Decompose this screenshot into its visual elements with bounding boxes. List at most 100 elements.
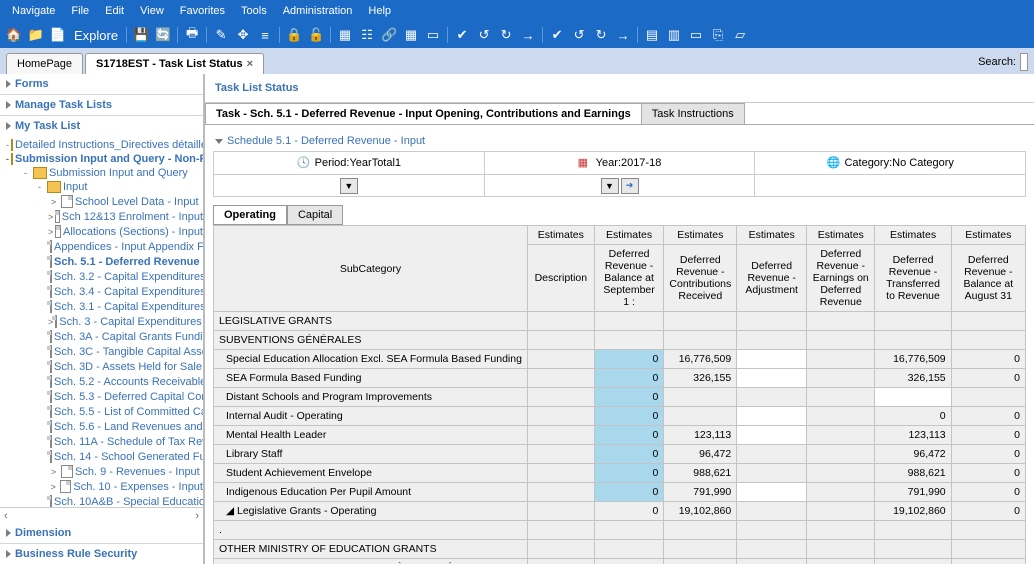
- cell[interactable]: [737, 369, 807, 388]
- tree-item[interactable]: Sch. 5.2 - Accounts Receivable Con: [0, 374, 203, 389]
- cell[interactable]: [737, 407, 807, 426]
- cell[interactable]: 0: [594, 464, 664, 483]
- cell[interactable]: 0: [594, 388, 664, 407]
- unlock-icon[interactable]: 🔓: [306, 25, 326, 45]
- edit-icon[interactable]: ✎: [211, 25, 231, 45]
- cell[interactable]: 0: [594, 445, 664, 464]
- close-icon[interactable]: ×: [247, 58, 253, 70]
- tab-capital[interactable]: Capital: [287, 205, 343, 225]
- tree-twisty[interactable]: >: [48, 467, 59, 477]
- calc-icon[interactable]: ≡: [255, 25, 275, 45]
- tab-tasklist-status[interactable]: S1718EST - Task List Status ×: [85, 53, 264, 74]
- menu-navigate[interactable]: Navigate: [4, 5, 63, 17]
- tree-scrollbar[interactable]: ‹›: [0, 507, 203, 523]
- flag-icon[interactable]: ▭: [423, 25, 443, 45]
- acc-my-task-list[interactable]: My Task List: [0, 116, 203, 136]
- refresh-icon[interactable]: 🔄: [153, 25, 173, 45]
- acc-manage-task-lists[interactable]: Manage Task Lists: [0, 95, 203, 116]
- tree-twisty[interactable]: >: [48, 482, 58, 492]
- tree-item[interactable]: Sch. 3A - Capital Grants Funding - I: [0, 329, 203, 344]
- cut-icon[interactable]: ▭: [686, 25, 706, 45]
- tree-item[interactable]: Sch. 3.1 - Capital Expenditures - Mo: [0, 299, 203, 314]
- menu-view[interactable]: View: [132, 5, 172, 17]
- tree-twisty[interactable]: -: [20, 168, 31, 178]
- tree-item[interactable]: >Allocations (Sections) - Input: [0, 224, 203, 239]
- tree-item[interactable]: Sch. 11A - Schedule of Tax Revenu: [0, 434, 203, 449]
- cell[interactable]: 0: [594, 350, 664, 369]
- tab-homepage[interactable]: HomePage: [6, 53, 83, 74]
- tree-item[interactable]: >Sch. 3 - Capital Expenditures - Inpu: [0, 314, 203, 329]
- tree-item[interactable]: Sch. 3.2 - Capital Expenditures - Ca: [0, 269, 203, 284]
- home-icon[interactable]: 🏠: [4, 25, 24, 45]
- tree-item[interactable]: Sch. 14 - School Generated Funds -: [0, 449, 203, 464]
- schedule-title[interactable]: Schedule 5.1 - Deferred Revenue - Input: [213, 131, 1026, 151]
- go-button[interactable]: ➔: [621, 178, 639, 194]
- tree-item[interactable]: >Sch. 9 - Revenues - Input: [0, 464, 203, 479]
- tree-item[interactable]: Sch. 3.4 - Capital Expenditures Det: [0, 284, 203, 299]
- tree-item[interactable]: -Submission Input and Query: [0, 166, 203, 180]
- tree-twisty[interactable]: >: [48, 212, 53, 222]
- search-input[interactable]: [1020, 53, 1028, 71]
- forward-icon[interactable]: ↻: [496, 25, 516, 45]
- tree-item[interactable]: >Sch 12&13 Enrolment - Input: [0, 209, 203, 224]
- paste-icon[interactable]: ▱: [730, 25, 750, 45]
- approve-icon[interactable]: ✔: [452, 25, 472, 45]
- cell[interactable]: [875, 388, 951, 407]
- menu-help[interactable]: Help: [360, 5, 399, 17]
- tree-item[interactable]: >School Level Data - Input: [0, 194, 203, 209]
- tree-item[interactable]: Sch. 5.3 - Deferred Capital Contribu: [0, 389, 203, 404]
- grid-icon[interactable]: ☷: [357, 25, 377, 45]
- tree-item[interactable]: -Detailed Instructions_Directives détail…: [0, 138, 203, 152]
- forward2-icon[interactable]: ↻: [591, 25, 611, 45]
- year-dropdown[interactable]: ▼: [601, 178, 619, 194]
- cell[interactable]: 0: [594, 426, 664, 445]
- tree-item[interactable]: >Sch. 10 - Expenses - Input: [0, 479, 203, 494]
- cell[interactable]: 0: [594, 369, 664, 388]
- more2-icon[interactable]: ▥: [664, 25, 684, 45]
- tree-item[interactable]: Sch. 3C - Tangible Capital Asset Co: [0, 344, 203, 359]
- tree-item[interactable]: Appendices - Input Appendix F only: [0, 239, 203, 254]
- tree-twisty[interactable]: -: [6, 140, 9, 150]
- adjust-icon[interactable]: ✥: [233, 25, 253, 45]
- cell[interactable]: [737, 483, 807, 502]
- tree-twisty[interactable]: >: [48, 197, 59, 207]
- acc-forms[interactable]: Forms: [0, 74, 203, 95]
- acc-dimension[interactable]: Dimension: [0, 523, 203, 544]
- approve2-icon[interactable]: ✔: [547, 25, 567, 45]
- cell[interactable]: 0: [594, 407, 664, 426]
- link-icon[interactable]: 🔗: [379, 25, 399, 45]
- menu-favorites[interactable]: Favorites: [172, 5, 233, 17]
- explore-button[interactable]: Explore: [70, 25, 122, 45]
- cell[interactable]: 0: [594, 483, 664, 502]
- tree-twisty[interactable]: >: [48, 227, 53, 237]
- cell[interactable]: [737, 426, 807, 445]
- reject2-icon[interactable]: ↺: [569, 25, 589, 45]
- submit-icon[interactable]: →: [518, 25, 538, 45]
- chart-icon[interactable]: ▦: [335, 25, 355, 45]
- save-icon[interactable]: 💾: [131, 25, 151, 45]
- subtab-task[interactable]: Task - Sch. 5.1 - Deferred Revenue - Inp…: [205, 103, 642, 124]
- cell[interactable]: [737, 350, 807, 369]
- menu-file[interactable]: File: [63, 5, 97, 17]
- tree-item[interactable]: Sch. 10A&B - Special Education Exp: [0, 494, 203, 507]
- menu-administration[interactable]: Administration: [275, 5, 361, 17]
- period-dropdown[interactable]: ▼: [340, 178, 358, 194]
- subtab-instructions[interactable]: Task Instructions: [641, 103, 745, 124]
- lock-icon[interactable]: 🔒: [284, 25, 304, 45]
- tree-item[interactable]: Sch. 5.5 - List of Committed Capital: [0, 404, 203, 419]
- tree-item[interactable]: -Submission Input and Query - Non-FS_Sou…: [0, 152, 203, 166]
- tile-icon[interactable]: ▦: [401, 25, 421, 45]
- menu-edit[interactable]: Edit: [97, 5, 132, 17]
- reject-icon[interactable]: ↺: [474, 25, 494, 45]
- tab-operating[interactable]: Operating: [213, 205, 287, 225]
- open-icon[interactable]: 📁: [26, 25, 46, 45]
- tree-twisty[interactable]: -: [34, 182, 45, 192]
- menu-tools[interactable]: Tools: [233, 5, 275, 17]
- copy-icon[interactable]: ⎘: [708, 25, 728, 45]
- print-icon[interactable]: 🖶: [182, 25, 202, 45]
- tree-twisty[interactable]: -: [6, 154, 9, 164]
- tree-item[interactable]: Sch. 5.1 - Deferred Revenue - I: [0, 254, 203, 269]
- more-icon[interactable]: ▤: [642, 25, 662, 45]
- acc-business-rule-security[interactable]: Business Rule Security: [0, 544, 203, 564]
- submit2-icon[interactable]: →: [613, 25, 633, 45]
